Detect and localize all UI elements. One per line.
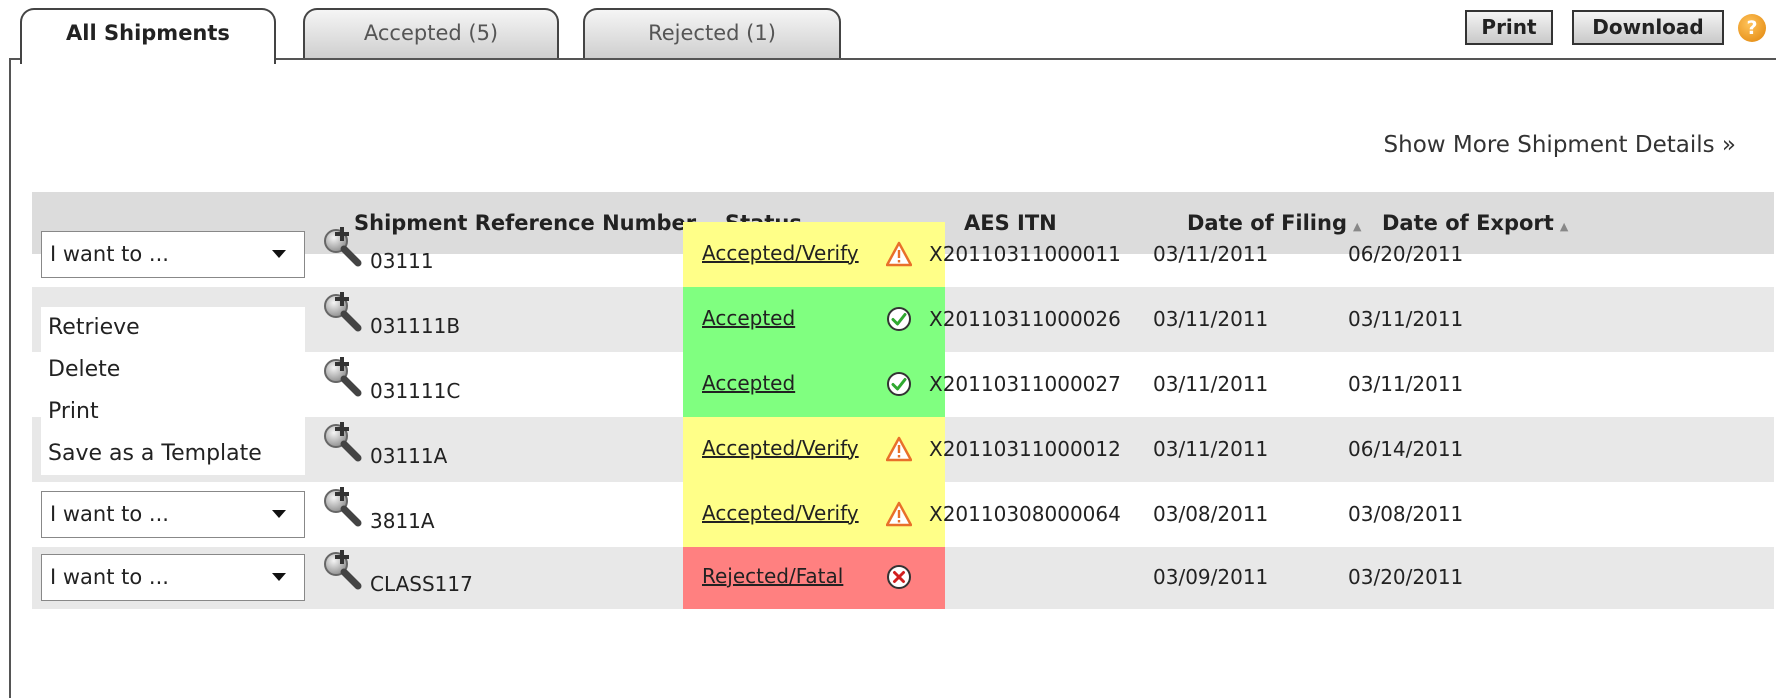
action-dropdown-menu: Retrieve Delete Print Save as a Template xyxy=(41,307,305,475)
tab-accepted[interactable]: Accepted (5) xyxy=(303,8,559,58)
menu-item-retrieve[interactable]: Retrieve xyxy=(41,307,305,349)
menu-item-save-template[interactable]: Save as a Template xyxy=(41,433,305,475)
menu-item-delete[interactable]: Delete xyxy=(41,349,305,391)
tab-all-shipments[interactable]: All Shipments xyxy=(20,8,276,64)
menu-item-print[interactable]: Print xyxy=(41,391,305,433)
help-icon[interactable]: ? xyxy=(1738,14,1766,42)
tab-rejected[interactable]: Rejected (1) xyxy=(583,8,841,58)
download-button[interactable]: Download xyxy=(1572,10,1724,45)
print-button[interactable]: Print xyxy=(1465,10,1553,45)
